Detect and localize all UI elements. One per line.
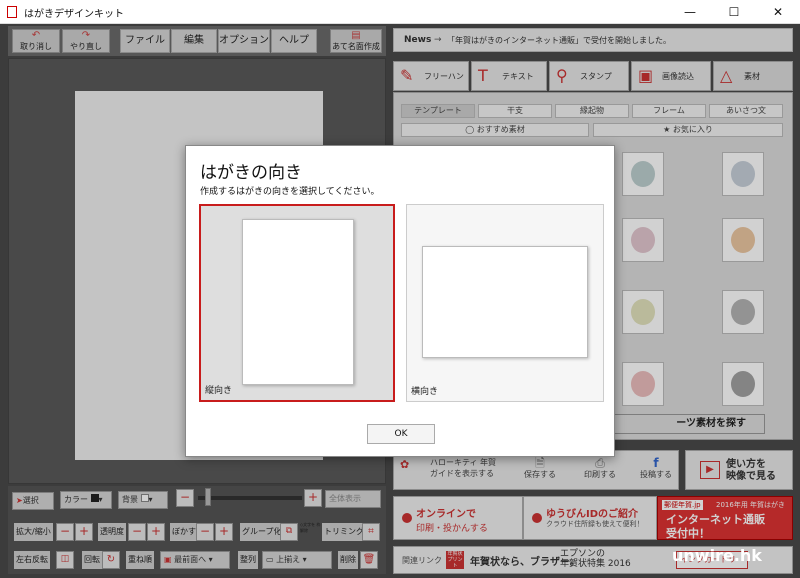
portrait-label: 縦向き: [205, 386, 233, 396]
orientation-dialog: はがきの向き 作成するはがきの向きを選択してください。 縦向き 横向き OK: [185, 145, 615, 457]
maximize-button[interactable]: ☐: [712, 0, 756, 24]
landscape-option[interactable]: 横向き: [406, 204, 604, 402]
dialog-subtitle: 作成するはがきの向きを選択してください。: [200, 187, 380, 197]
minimize-button[interactable]: —: [668, 0, 712, 24]
watermark: unwire.hk: [672, 546, 762, 565]
title-bar: はがきデザインキット — ☐ ✕: [0, 0, 800, 24]
dialog-title: はがきの向き: [200, 163, 302, 183]
app-icon: [7, 6, 17, 18]
window-title: はがきデザインキット: [24, 9, 124, 20]
landscape-card-preview: [422, 246, 588, 358]
portrait-card-preview: [242, 219, 354, 385]
portrait-option[interactable]: 縦向き: [199, 204, 395, 402]
ok-button[interactable]: OK: [367, 424, 435, 444]
landscape-label: 横向き: [411, 387, 439, 397]
close-button[interactable]: ✕: [756, 0, 800, 24]
